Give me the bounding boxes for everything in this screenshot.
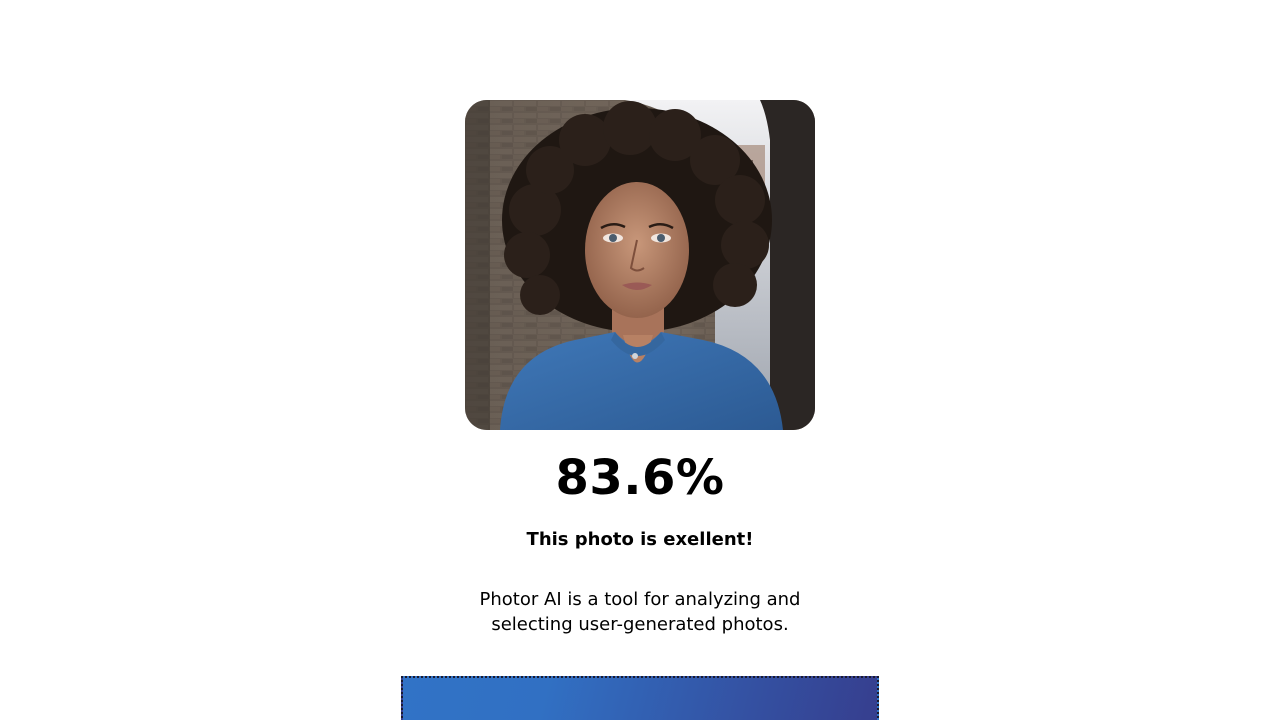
result-page: 83.6% This photo is exellent! Photor AI … <box>0 0 1280 720</box>
score-value: 83.6% <box>555 450 725 506</box>
action-button[interactable] <box>401 676 879 720</box>
verdict-text: This photo is exellent! <box>526 529 754 550</box>
tool-description: Photor AI is a tool for analyzing and se… <box>479 589 801 635</box>
analyzed-photo <box>465 100 815 430</box>
portrait-image <box>465 100 815 430</box>
